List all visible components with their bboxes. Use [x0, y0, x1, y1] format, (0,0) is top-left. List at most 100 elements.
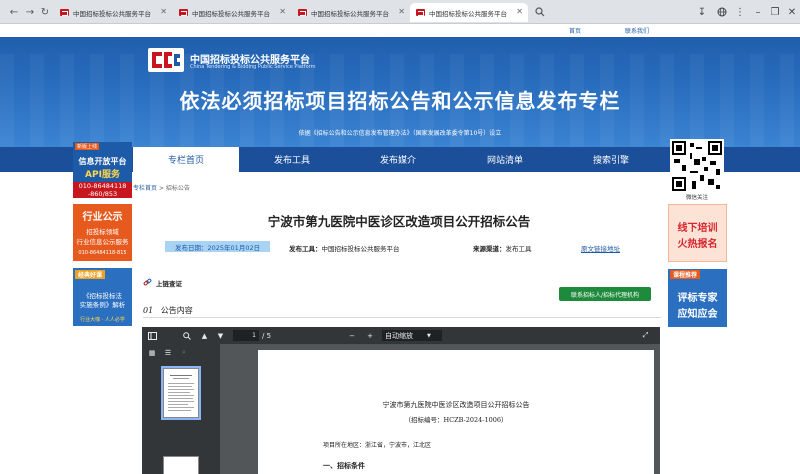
breadcrumb-separator: >: [158, 185, 164, 192]
page-number-input[interactable]: 1: [233, 330, 259, 341]
chain-verify-link[interactable]: 上链查证: [143, 277, 182, 288]
forward-icon[interactable]: →: [22, 4, 38, 20]
browser-tab[interactable]: 中国招标投标公共服务平台 ✕: [54, 3, 172, 22]
ad-expert-course[interactable]: 课程推荐 评标专家 应知应会: [668, 269, 727, 327]
ad-line: 实施条例》解析: [79, 301, 126, 309]
ad-line: 评标专家: [677, 293, 718, 304]
pdf-doc-location: 项目所在地区：浙江省，宁波市，江北区: [323, 442, 432, 449]
sidebar-toggle-icon[interactable]: [147, 330, 158, 341]
breadcrumb: 专栏首页 > 招标公告: [133, 183, 190, 192]
globe-icon[interactable]: [714, 4, 730, 20]
ad-course[interactable]: 经典好课 《招标投标法 实施条例》解析 行业大咖 · 人人必学: [73, 268, 132, 326]
tab-close-icon[interactable]: ✕: [279, 7, 286, 16]
site-favicon-icon: [298, 9, 307, 16]
minimize-icon[interactable]: –: [750, 4, 766, 20]
back-icon[interactable]: ←: [6, 4, 22, 20]
nav-item-home[interactable]: 专栏首页: [133, 147, 239, 172]
nav-item-publish-media[interactable]: 发布媒介: [345, 147, 451, 172]
window-close-icon[interactable]: ✕: [784, 4, 800, 20]
link-chain-icon: [143, 278, 152, 286]
ad-api-service[interactable]: 新版上线 信息开放平台 API服务 010-86484118 -860/853: [73, 142, 132, 198]
page-thumbnail[interactable]: [161, 366, 201, 420]
site-favicon-icon: [179, 9, 188, 16]
publish-tool: 发布工具：中国招标投标公共服务平台: [289, 245, 400, 253]
top-link-home[interactable]: 首页: [569, 26, 581, 35]
outline-view-icon[interactable]: ☰: [163, 347, 173, 358]
zoom-in-icon[interactable]: +: [365, 330, 375, 341]
section-label: 公告内容: [160, 306, 193, 315]
pdf-doc-title: 宁波市第九医院中医诊区改造项目公开招标公告: [382, 401, 530, 409]
page-total: / 5: [262, 331, 272, 340]
top-links-bar: 首页 联系我们: [0, 24, 800, 37]
section-heading: 01 公告内容: [143, 305, 193, 316]
top-link-contact[interactable]: 联系我们: [625, 26, 649, 35]
tab-close-icon[interactable]: ✕: [398, 7, 405, 16]
page-thumbnail-preview: [168, 375, 194, 411]
ad-line: 行业大咖 · 人人必学: [80, 317, 125, 323]
qr-label: 微信关注: [685, 195, 708, 201]
qr-code-icon: [670, 139, 724, 193]
site-favicon-icon: [416, 9, 425, 16]
pdf-page: 宁波市第九医院中医诊区改造项目公开招标公告 （招标编号：HCZB-2024-10…: [258, 350, 654, 474]
site-logo-icon[interactable]: [148, 48, 184, 72]
browser-tab-bar: ← → ↻ 中国招标投标公共服务平台 ✕ 中国招标投标公共服务平台 ✕ 中国招标…: [0, 0, 800, 24]
site-favicon-icon: [60, 9, 69, 16]
ad-line: API服务: [85, 170, 120, 180]
section-divider: [143, 317, 661, 318]
downloads-icon[interactable]: ↧: [694, 4, 710, 20]
pdf-thumbnail-sidebar: ▦ ☰ ⌕: [142, 344, 220, 474]
pdf-viewer: ▲ ▼ 1 / 5 − + 自动缩放 ▼ ⤢ ▦ ☰ ⌕ 宁波市第九医院中医诊区…: [142, 327, 660, 474]
breadcrumb-current: 招标公告: [165, 185, 190, 192]
restore-icon[interactable]: ❐: [767, 4, 783, 20]
pdf-search-icon[interactable]: [181, 330, 192, 341]
section-number: 01: [143, 306, 154, 315]
chevron-down-icon: ▼: [427, 332, 431, 339]
nav-item-search-engine[interactable]: 搜索引擎: [558, 147, 664, 172]
banner-subtitle: 依据《招标公告和公示信息发布管理办法》（国家发展改革委令第10号）设立: [298, 130, 502, 137]
thumbnail-view-icon[interactable]: ▦: [147, 347, 157, 358]
ad-tag: 新版上线: [75, 143, 100, 150]
pdf-doc-section: 一、招标条件: [323, 461, 365, 470]
reload-icon[interactable]: ↻: [37, 4, 53, 20]
zoom-select[interactable]: 自动缩放 ▼: [382, 330, 442, 341]
zoom-out-icon[interactable]: −: [347, 330, 357, 341]
nav-item-publish-tools[interactable]: 发布工具: [239, 147, 345, 172]
contact-tenderer-button[interactable]: 联系招标人/招标代理机构: [559, 287, 651, 301]
browser-tab[interactable]: 中国招标投标公共服务平台 ✕: [292, 3, 410, 22]
ad-tag: 课程推荐: [670, 270, 701, 279]
browser-tab[interactable]: 中国招标投标公共服务平台 ✕: [173, 3, 291, 22]
qr-code: [670, 139, 724, 193]
nav-item-site-list[interactable]: 网站清单: [452, 147, 558, 172]
publish-date: 发布日期： 2025年01月02日: [165, 241, 271, 252]
notice-title: 宁波市第九医院中医诊区改造项目公开招标公告: [267, 214, 531, 229]
pdf-doc-number: （招标编号：HCZB-2024-1006）: [404, 416, 508, 424]
page-thumbnail[interactable]: [163, 456, 199, 474]
sidebar-tools: ▦ ☰ ⌕: [142, 344, 220, 359]
ad-offline-training[interactable]: 线下培训 火热报名: [668, 204, 727, 262]
ad-line: 招投标领域: [86, 228, 119, 236]
logo-text-en: China Tendering & Bidding Public Service…: [190, 64, 316, 70]
source-channel: 来源渠道：发布工具: [473, 245, 532, 253]
ad-line: 信息开放平台: [78, 157, 127, 166]
browser-tab-active[interactable]: 中国招标投标公共服务平台 ✕: [410, 3, 528, 22]
search-tabs-icon[interactable]: [532, 4, 548, 20]
ad-line: 行业公示: [82, 212, 123, 223]
tab-close-icon[interactable]: ✕: [516, 7, 523, 16]
original-link[interactable]: 原文链接地址: [581, 243, 620, 253]
ad-line: 火热报名: [677, 239, 718, 250]
ad-line: 应知应会: [677, 309, 718, 320]
ad-tag: 经典好课: [75, 270, 106, 279]
fullscreen-icon[interactable]: ⤢: [640, 330, 651, 341]
ad-industry-public[interactable]: 行业公示 招投标领域 行业信息公示服务 010-86484118-815: [73, 204, 132, 261]
pdf-toolbar: ▲ ▼ 1 / 5 − + 自动缩放 ▼ ⤢: [142, 327, 660, 344]
next-page-icon[interactable]: ▼: [215, 330, 226, 341]
breadcrumb-home[interactable]: 专栏首页: [133, 185, 157, 192]
tab-close-icon[interactable]: ✕: [160, 7, 167, 16]
ad-phone: 010-86484118 -860/853: [73, 182, 132, 198]
attachments-icon[interactable]: ⌕: [179, 347, 189, 358]
previous-page-icon[interactable]: ▲: [199, 330, 210, 341]
ad-phone: 010-86484118-815: [78, 250, 127, 256]
page-banner-title: 依法必须招标项目招标公告和公示信息发布专栏: [179, 89, 621, 113]
more-menu-icon[interactable]: ⋮: [732, 4, 748, 20]
ad-line: 线下培训: [677, 223, 718, 234]
